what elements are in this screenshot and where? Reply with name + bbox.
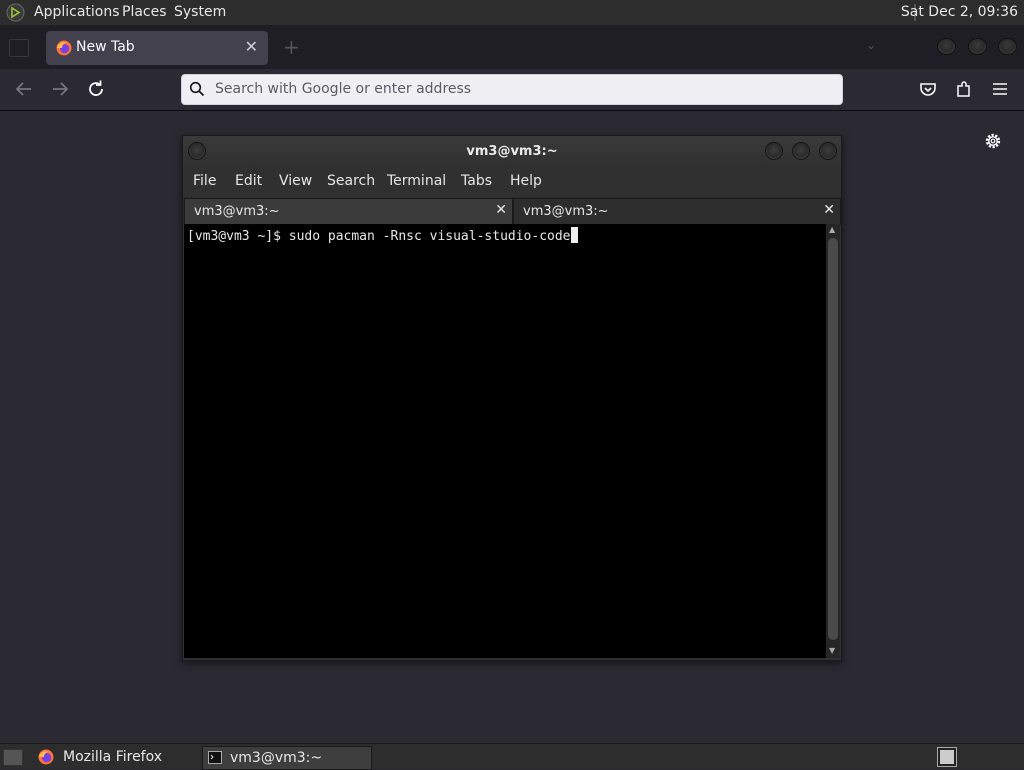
terminal-tab-label: vm3@vm3:~ bbox=[523, 204, 609, 219]
terminal-window: vm3@vm3:~ File Edit View Search Terminal… bbox=[182, 135, 842, 661]
firefox-icon bbox=[38, 749, 54, 765]
back-arrow-icon[interactable] bbox=[12, 77, 36, 101]
command-line: [vm3@vm3 ~]$ sudo pacman -Rnsc visual-st… bbox=[187, 227, 578, 244]
menu-help[interactable]: Help bbox=[510, 173, 542, 189]
new-tab-icon[interactable]: + bbox=[283, 35, 300, 59]
clock[interactable]: Sat Dec 2, 09:36 bbox=[901, 4, 1018, 20]
window-title: vm3@vm3:~ bbox=[466, 144, 558, 159]
menu-places[interactable]: Places bbox=[122, 4, 167, 20]
minimize-button[interactable] bbox=[765, 142, 783, 160]
menu-tabs[interactable]: Tabs bbox=[461, 173, 492, 189]
show-desktop-icon[interactable] bbox=[3, 749, 23, 766]
text-cursor bbox=[570, 227, 578, 243]
firefox-navigation-bar bbox=[0, 69, 1024, 111]
firefox-tab-strip: New Tab ✕ + ⌄ bbox=[0, 26, 1024, 69]
top-panel: Applications Places System Sat Dec 2, 09… bbox=[0, 0, 1024, 26]
close-button[interactable] bbox=[819, 142, 837, 160]
menu-file[interactable]: File bbox=[193, 173, 216, 189]
extensions-icon[interactable] bbox=[954, 79, 974, 99]
terminal-tab-bar: vm3@vm3:~ ✕ vm3@vm3:~ ✕ bbox=[183, 197, 841, 225]
close-icon[interactable]: ✕ bbox=[495, 202, 507, 218]
terminal-tab-2[interactable]: vm3@vm3:~ ✕ bbox=[513, 198, 841, 225]
scroll-up-arrow-icon[interactable]: ▲ bbox=[829, 225, 835, 234]
command-text: [vm3@vm3 ~]$ sudo pacman -Rnsc visual-st… bbox=[187, 229, 571, 244]
bottom-panel: Mozilla Firefox vm3@vm3:~ bbox=[0, 743, 1024, 770]
scrollbar-thumb[interactable] bbox=[828, 238, 838, 640]
url-input[interactable] bbox=[215, 78, 815, 100]
workspace-1[interactable] bbox=[940, 750, 954, 764]
taskbar-label: vm3@vm3:~ bbox=[230, 750, 323, 766]
firefox-tab-new-tab[interactable]: New Tab ✕ bbox=[46, 31, 268, 65]
terminal-tab-label: vm3@vm3:~ bbox=[194, 204, 280, 219]
menu-search[interactable]: Search bbox=[327, 173, 375, 189]
reload-icon[interactable] bbox=[84, 77, 108, 101]
hamburger-menu-icon[interactable] bbox=[990, 79, 1010, 99]
close-window-button[interactable] bbox=[998, 38, 1017, 55]
terminal-icon bbox=[208, 751, 222, 764]
taskbar-item-firefox[interactable]: Mozilla Firefox bbox=[34, 746, 198, 768]
tab-close-icon[interactable]: ✕ bbox=[245, 37, 258, 56]
firefox-icon bbox=[56, 40, 72, 56]
menu-system[interactable]: System bbox=[174, 4, 226, 20]
taskbar-item-terminal[interactable]: vm3@vm3:~ bbox=[202, 746, 372, 770]
forward-arrow-icon[interactable] bbox=[48, 77, 72, 101]
menu-edit[interactable]: Edit bbox=[235, 173, 262, 189]
pocket-icon[interactable] bbox=[918, 79, 938, 99]
terminal-output[interactable]: [vm3@vm3 ~]$ sudo pacman -Rnsc visual-st… bbox=[184, 224, 826, 658]
taskbar-label: Mozilla Firefox bbox=[63, 749, 163, 765]
scroll-down-arrow-icon[interactable]: ▼ bbox=[829, 646, 835, 655]
distro-logo-icon[interactable] bbox=[6, 3, 25, 22]
terminal-tab-1[interactable]: vm3@vm3:~ ✕ bbox=[184, 198, 513, 225]
menu-applications[interactable]: Applications bbox=[34, 4, 120, 20]
chevron-down-icon[interactable]: ⌄ bbox=[866, 38, 876, 52]
search-icon bbox=[189, 81, 205, 97]
terminal-menubar: File Edit View Search Terminal Tabs Help bbox=[183, 167, 841, 195]
terminal-titlebar[interactable]: vm3@vm3:~ bbox=[183, 136, 841, 167]
maximize-button[interactable] bbox=[792, 142, 810, 160]
terminal-scrollbar[interactable]: ▲ ▼ bbox=[826, 224, 840, 658]
menu-view[interactable]: View bbox=[279, 173, 312, 189]
tab-title: New Tab bbox=[76, 39, 135, 55]
menu-terminal[interactable]: Terminal bbox=[387, 173, 446, 189]
address-bar[interactable] bbox=[181, 74, 843, 105]
workspace-switcher[interactable] bbox=[937, 747, 957, 767]
close-icon[interactable]: ✕ bbox=[823, 202, 835, 218]
gear-icon[interactable] bbox=[983, 131, 1003, 151]
firefox-view-icon[interactable] bbox=[9, 39, 29, 57]
minimize-window-button[interactable] bbox=[937, 38, 956, 55]
maximize-window-button[interactable] bbox=[968, 38, 987, 55]
